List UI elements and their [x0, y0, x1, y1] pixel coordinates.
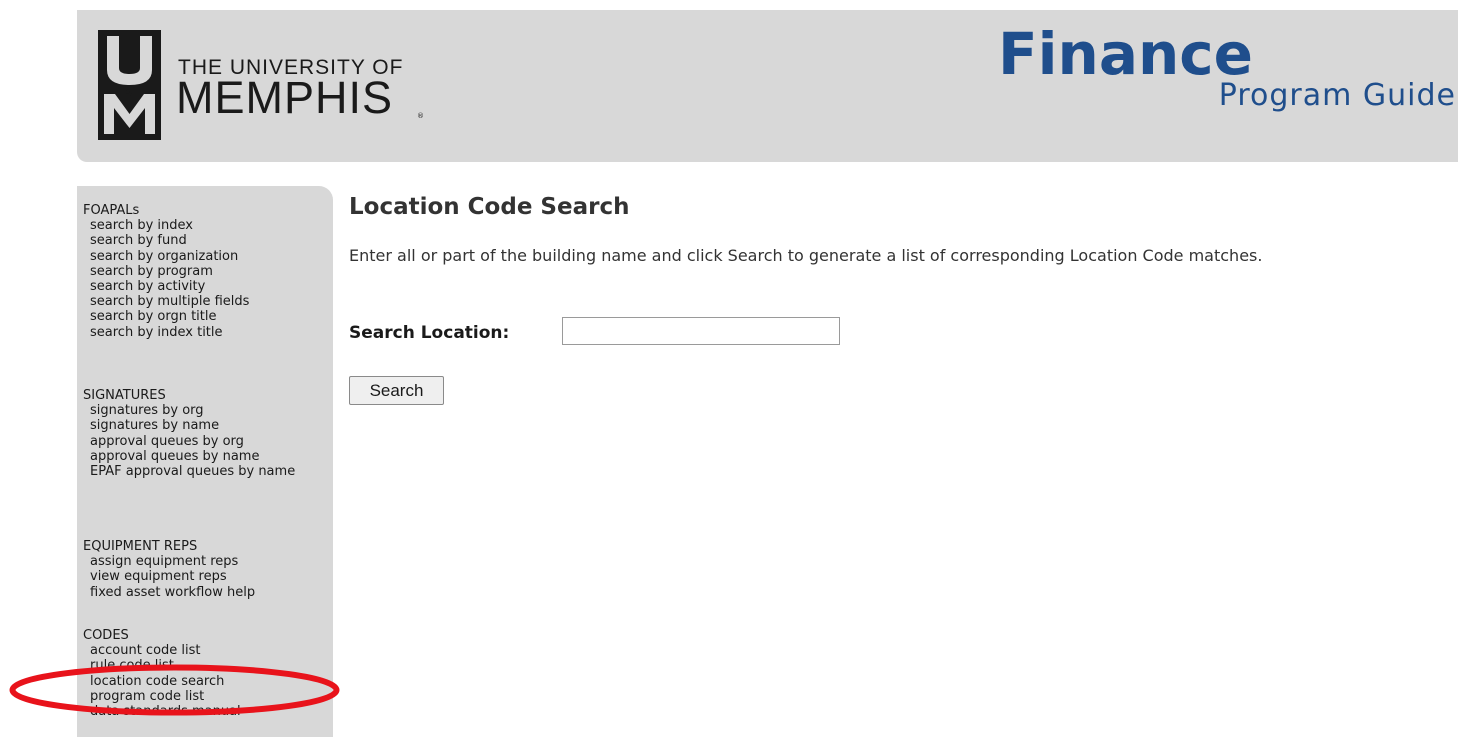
nav-heading-signatures: SIGNATURES [83, 388, 166, 403]
sidebar-item-program-code-list[interactable]: program code list [83, 689, 241, 704]
university-logo-icon: of [98, 30, 161, 140]
nav-group-signatures: SIGNATURES signatures by org signatures … [83, 388, 310, 479]
page-title: Location Code Search [349, 194, 630, 220]
page: of THE UNIVERSITY OF MEMPHIS ® Finance P… [0, 0, 1458, 737]
sidebar-item-epaf-approval-queues-by-name[interactable]: EPAF approval queues by name [83, 464, 310, 479]
header-banner: of THE UNIVERSITY OF MEMPHIS ® Finance P… [77, 10, 1458, 162]
sidebar-item-assign-equipment-reps[interactable]: assign equipment reps [83, 554, 255, 569]
sidebar-item-signatures-by-org[interactable]: signatures by org [83, 403, 310, 418]
nav-heading-foapals: FOAPALs [83, 203, 140, 218]
intro-text: Enter all or part of the building name a… [349, 246, 1263, 265]
sidebar-item-signatures-by-name[interactable]: signatures by name [83, 418, 310, 433]
sidebar-item-search-by-program[interactable]: search by program [83, 264, 249, 279]
sidebar-item-search-by-multiple-fields[interactable]: search by multiple fields [83, 294, 249, 309]
sidebar-item-account-code-list[interactable]: account code list [83, 643, 241, 658]
nav-group-foapals: FOAPALs search by index search by fund s… [83, 203, 249, 340]
sidebar-item-search-by-index[interactable]: search by index [83, 218, 249, 233]
sidebar-item-location-code-search[interactable]: location code search [83, 674, 241, 689]
logo-text-line2: MEMPHIS [176, 72, 394, 123]
nav-group-equipment-reps: EQUIPMENT REPS assign equipment reps vie… [83, 539, 255, 600]
search-button[interactable]: Search [349, 376, 444, 405]
sidebar-item-search-by-fund[interactable]: search by fund [83, 233, 249, 248]
site-title: Finance [998, 20, 1253, 88]
sidebar-item-data-standards-manual[interactable]: data standards manual [83, 704, 241, 719]
nav-heading-codes: CODES [83, 628, 129, 643]
sidebar-item-approval-queues-by-org[interactable]: approval queues by org [83, 434, 310, 449]
sidebar-item-rule-code-list[interactable]: rule code list [83, 658, 241, 673]
sidebar-item-search-by-index-title[interactable]: search by index title [83, 325, 249, 340]
search-location-label: Search Location: [349, 323, 510, 343]
sidebar-nav: FOAPALs search by index search by fund s… [77, 186, 333, 737]
nav-group-codes: CODES account code list rule code list l… [83, 628, 241, 719]
sidebar-item-view-equipment-reps[interactable]: view equipment reps [83, 569, 255, 584]
nav-heading-equipment-reps: EQUIPMENT REPS [83, 539, 198, 554]
sidebar-item-search-by-orgn-title[interactable]: search by orgn title [83, 309, 249, 324]
sidebar-item-search-by-activity[interactable]: search by activity [83, 279, 249, 294]
site-subtitle: Program Guide [1218, 78, 1456, 113]
sidebar-item-approval-queues-by-name[interactable]: approval queues by name [83, 449, 310, 464]
sidebar-item-search-by-organization[interactable]: search by organization [83, 249, 249, 264]
logo-registered-mark: ® [417, 112, 424, 120]
sidebar-item-fixed-asset-workflow-help[interactable]: fixed asset workflow help [83, 585, 255, 600]
search-location-input[interactable] [562, 317, 840, 345]
